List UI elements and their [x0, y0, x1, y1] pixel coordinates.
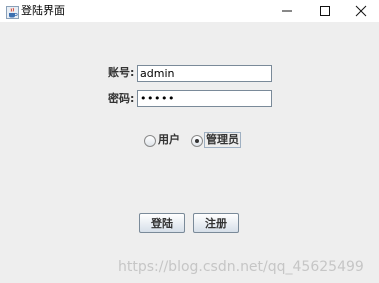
register-button[interactable]: 注册: [193, 213, 239, 233]
form-panel: 账号: admin 密码: ••••• 用户 管理员 登陆 注册 https:/…: [0, 22, 379, 283]
role-admin-label: 管理员: [204, 132, 241, 148]
role-radio-user[interactable]: 用户: [144, 133, 184, 147]
window-title: 登陆界面: [21, 4, 65, 17]
java-cup-icon: [6, 4, 19, 19]
login-button[interactable]: 登陆: [139, 213, 185, 233]
radio-dot-icon: [195, 139, 199, 143]
title-bar[interactable]: 登陆界面: [0, 0, 379, 22]
account-label: 账号:: [108, 66, 135, 79]
watermark-text: https://blog.csdn.net/qq_45625499: [118, 259, 364, 275]
role-user-label: 用户: [158, 133, 180, 146]
login-window: 登陆界面 账号: admin 密码: ••••• 用户 管理员 登陆 注册 ht…: [0, 0, 379, 283]
password-label: 密码:: [108, 92, 135, 105]
password-input[interactable]: •••••: [137, 90, 272, 107]
radio-unselected-icon: [144, 135, 156, 147]
minimize-button[interactable]: [268, 0, 306, 22]
password-mask: •••••: [140, 92, 175, 105]
radio-selected-icon: [191, 135, 203, 147]
role-radio-admin[interactable]: 管理员: [191, 132, 241, 148]
maximize-button[interactable]: [306, 0, 344, 22]
account-input[interactable]: admin: [137, 65, 272, 82]
close-button[interactable]: [342, 0, 379, 22]
